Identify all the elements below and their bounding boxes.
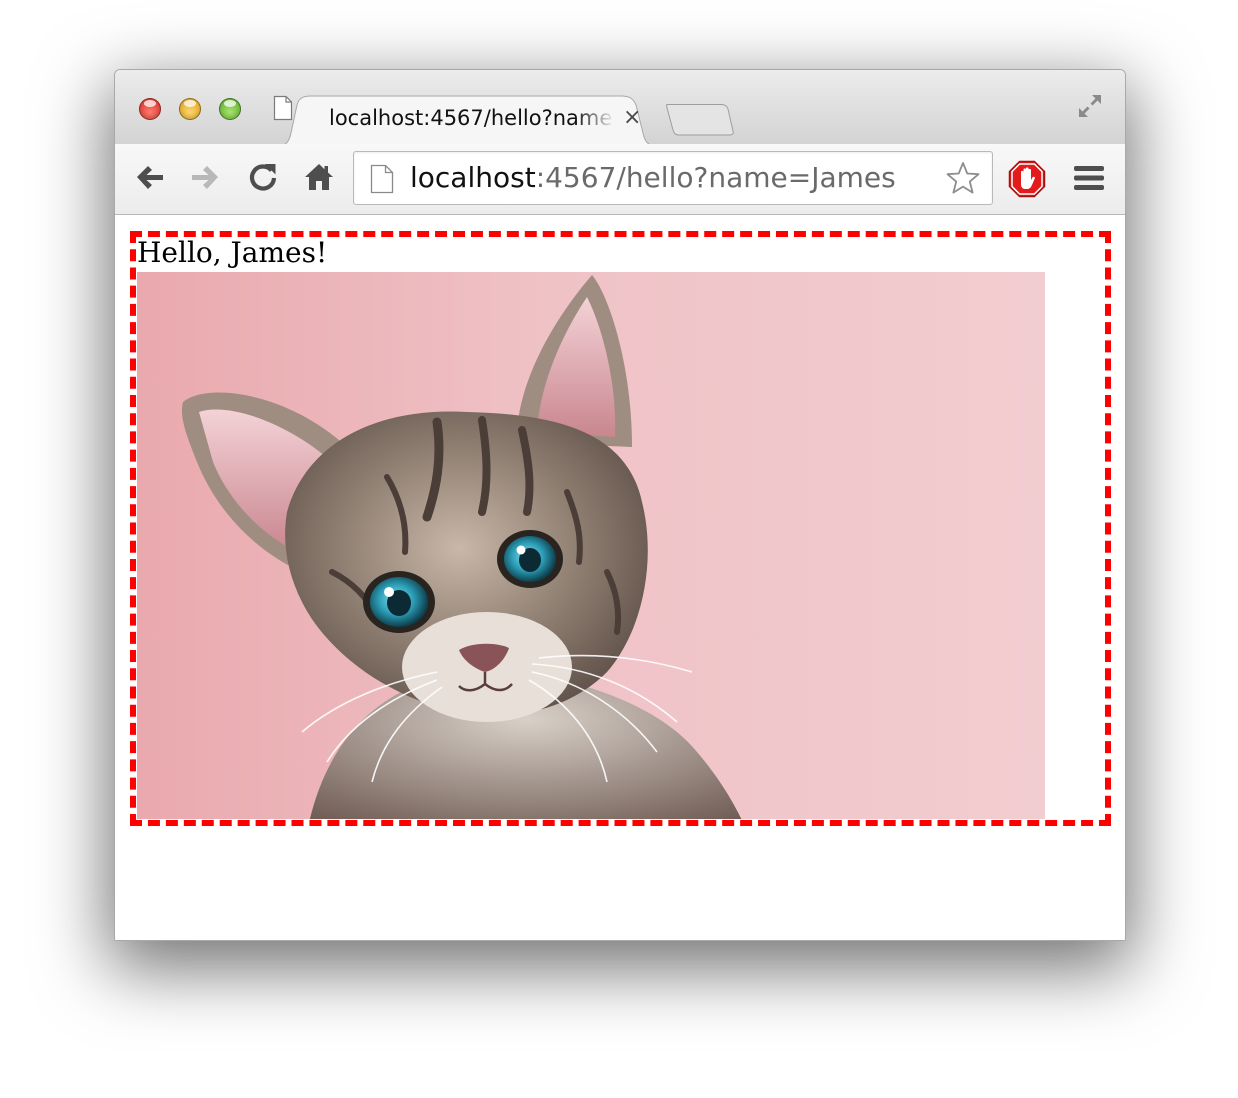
page-content: Hello, James!: [115, 215, 1125, 940]
browser-window: localhost:4567/hello?name=James ×: [114, 69, 1126, 941]
star-icon[interactable]: [945, 161, 981, 195]
reload-icon[interactable]: [247, 161, 279, 193]
address-bar[interactable]: localhost:4567/hello?name=James: [353, 151, 993, 205]
url-text[interactable]: localhost:4567/hello?name=James: [410, 162, 896, 194]
window-close-button[interactable]: [139, 98, 161, 120]
forward-icon[interactable]: [188, 161, 222, 193]
greeting-text: Hello, James!: [137, 236, 328, 269]
window-minimize-button[interactable]: [179, 98, 201, 120]
url-path: :4567/hello?name=James: [535, 161, 896, 194]
window-zoom-button[interactable]: [219, 98, 241, 120]
adblock-icon[interactable]: [1008, 160, 1046, 198]
url-host: localhost: [410, 161, 536, 194]
tab-close-icon[interactable]: ×: [623, 105, 641, 131]
home-icon[interactable]: [303, 161, 335, 193]
menu-icon[interactable]: [1073, 164, 1105, 192]
page-icon: [273, 95, 293, 121]
tab-strip: localhost:4567/hello?name=James ×: [115, 70, 1125, 147]
back-icon[interactable]: [133, 161, 167, 193]
page-icon: [370, 164, 394, 194]
fullscreen-icon[interactable]: [1075, 91, 1105, 121]
kitten-image: [137, 272, 1045, 819]
toolbar: localhost:4567/hello?name=James: [115, 144, 1125, 215]
tab-title: localhost:4567/hello?name=James: [329, 106, 615, 130]
tab-active[interactable]: localhost:4567/hello?name=James ×: [273, 95, 663, 147]
new-tab-button[interactable]: [665, 103, 735, 136]
